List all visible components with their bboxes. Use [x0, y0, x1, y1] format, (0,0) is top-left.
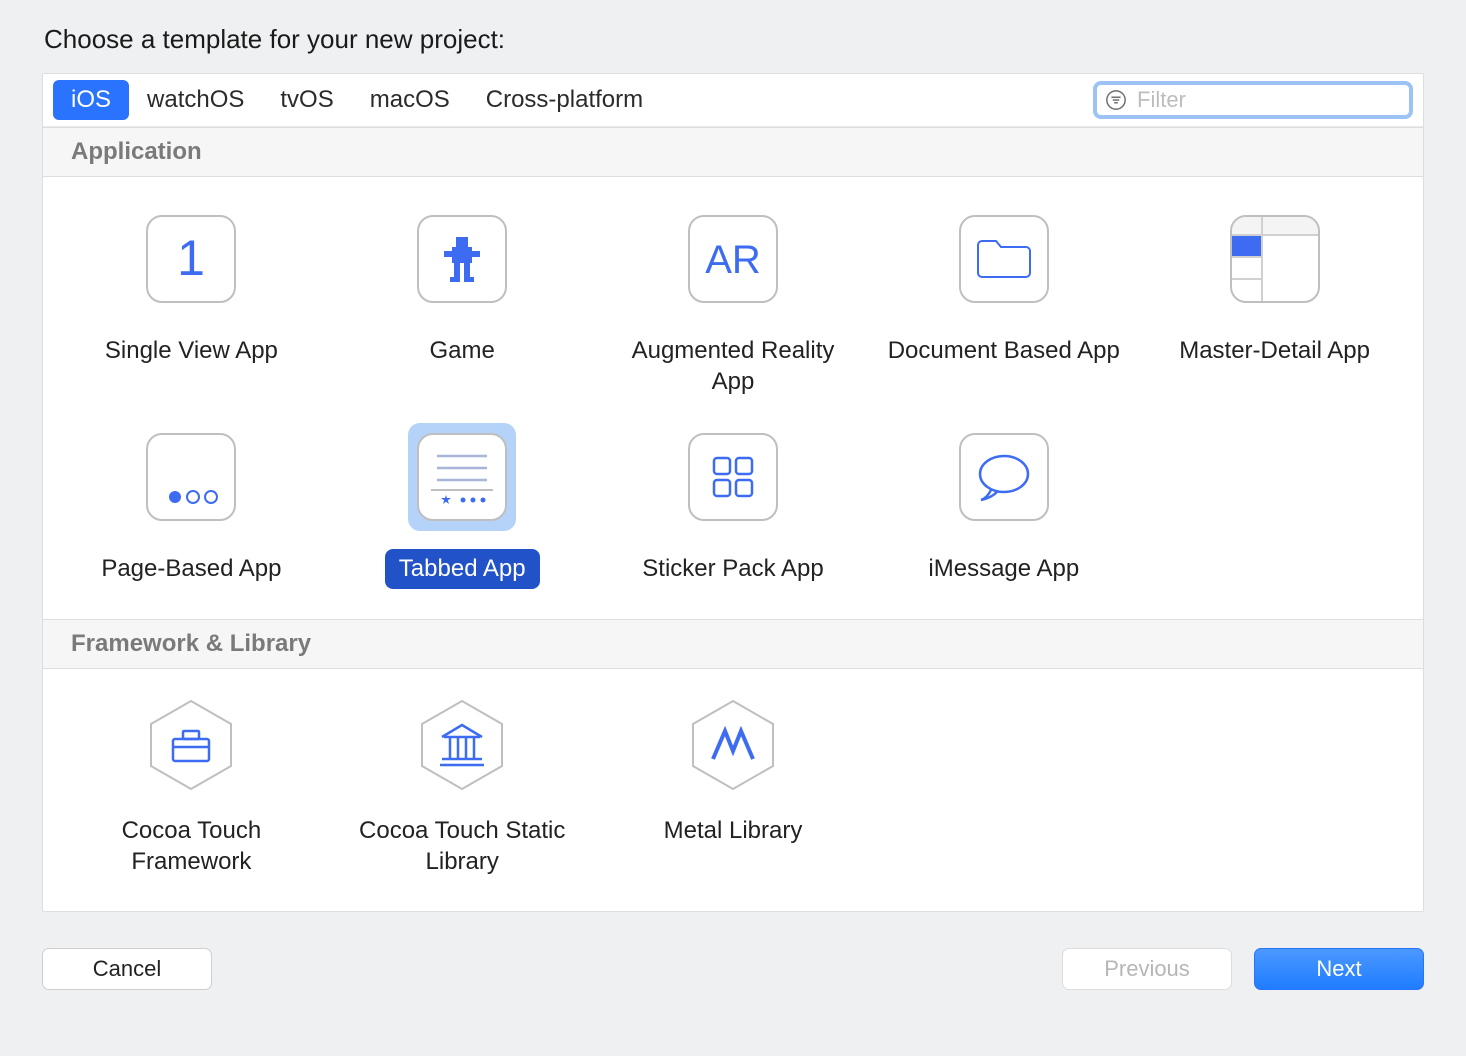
- grid-icon: [688, 433, 778, 521]
- template-label: Cocoa Touch Static Library: [332, 811, 593, 881]
- toolbox-hex-icon: [143, 697, 239, 793]
- platform-tabbar: iOS watchOS tvOS macOS Cross-platform: [43, 74, 1423, 127]
- template-imessage[interactable]: iMessage App: [873, 423, 1134, 588]
- ar-icon: AR: [688, 215, 778, 303]
- platform-tabs: iOS watchOS tvOS macOS Cross-platform: [53, 80, 661, 120]
- folder-icon: [959, 215, 1049, 303]
- filter-icon: [1105, 89, 1127, 111]
- template-tabbed[interactable]: Tabbed App: [332, 423, 593, 588]
- dialog-title: Choose a template for your new project:: [44, 24, 1424, 55]
- cancel-button[interactable]: Cancel: [42, 948, 212, 990]
- tab-cross-platform[interactable]: Cross-platform: [468, 80, 661, 120]
- template-panel: iOS watchOS tvOS macOS Cross-platform Ap…: [42, 73, 1424, 912]
- chat-bubble-icon: [959, 433, 1049, 521]
- template-label: Page-Based App: [87, 549, 295, 588]
- template-document[interactable]: Document Based App: [873, 205, 1134, 401]
- template-ar[interactable]: AR Augmented Reality App: [603, 205, 864, 401]
- tabbed-icon: [417, 433, 507, 521]
- filter-input[interactable]: [1135, 86, 1401, 114]
- master-detail-icon: [1230, 215, 1320, 303]
- template-label: Single View App: [91, 331, 292, 370]
- next-button[interactable]: Next: [1254, 948, 1424, 990]
- one-icon: 1: [146, 215, 236, 303]
- tab-ios[interactable]: iOS: [53, 80, 129, 120]
- new-project-dialog: Choose a template for your new project: …: [0, 0, 1466, 1056]
- template-label: Augmented Reality App: [603, 331, 864, 401]
- tab-watchos[interactable]: watchOS: [129, 80, 262, 120]
- template-cocoa-static[interactable]: Cocoa Touch Static Library: [332, 697, 593, 881]
- templates-grid-framework: Cocoa Touch Framework: [43, 669, 1423, 911]
- tab-tvos[interactable]: tvOS: [262, 80, 351, 120]
- template-page-based[interactable]: Page-Based App: [61, 423, 322, 588]
- templates-grid-application: 1 Single View App: [43, 177, 1423, 619]
- template-master-detail[interactable]: Master-Detail App: [1144, 205, 1405, 401]
- game-icon: [417, 215, 507, 303]
- section-header-application: Application: [43, 127, 1423, 177]
- dialog-footer: Cancel Previous Next: [42, 948, 1424, 990]
- template-label: Document Based App: [874, 331, 1134, 370]
- tab-macos[interactable]: macOS: [352, 80, 468, 120]
- building-hex-icon: [414, 697, 510, 793]
- section-header-framework: Framework & Library: [43, 619, 1423, 669]
- template-label: Metal Library: [650, 811, 817, 850]
- svg-text:1: 1: [177, 230, 205, 286]
- template-game[interactable]: Game: [332, 205, 593, 401]
- page-dots-icon: [146, 433, 236, 521]
- template-single-view[interactable]: 1 Single View App: [61, 205, 322, 401]
- template-label: Tabbed App: [385, 549, 540, 588]
- template-label: Game: [416, 331, 509, 370]
- template-label: Sticker Pack App: [628, 549, 837, 588]
- metal-hex-icon: [685, 697, 781, 793]
- template-sticker[interactable]: Sticker Pack App: [603, 423, 864, 588]
- template-cocoa-framework[interactable]: Cocoa Touch Framework: [61, 697, 322, 881]
- template-metal[interactable]: Metal Library: [603, 697, 864, 881]
- template-label: iMessage App: [914, 549, 1093, 588]
- previous-button[interactable]: Previous: [1062, 948, 1232, 990]
- filter-field[interactable]: [1093, 81, 1413, 119]
- template-label: Master-Detail App: [1165, 331, 1384, 370]
- svg-text:AR: AR: [705, 238, 761, 282]
- template-label: Cocoa Touch Framework: [61, 811, 322, 881]
